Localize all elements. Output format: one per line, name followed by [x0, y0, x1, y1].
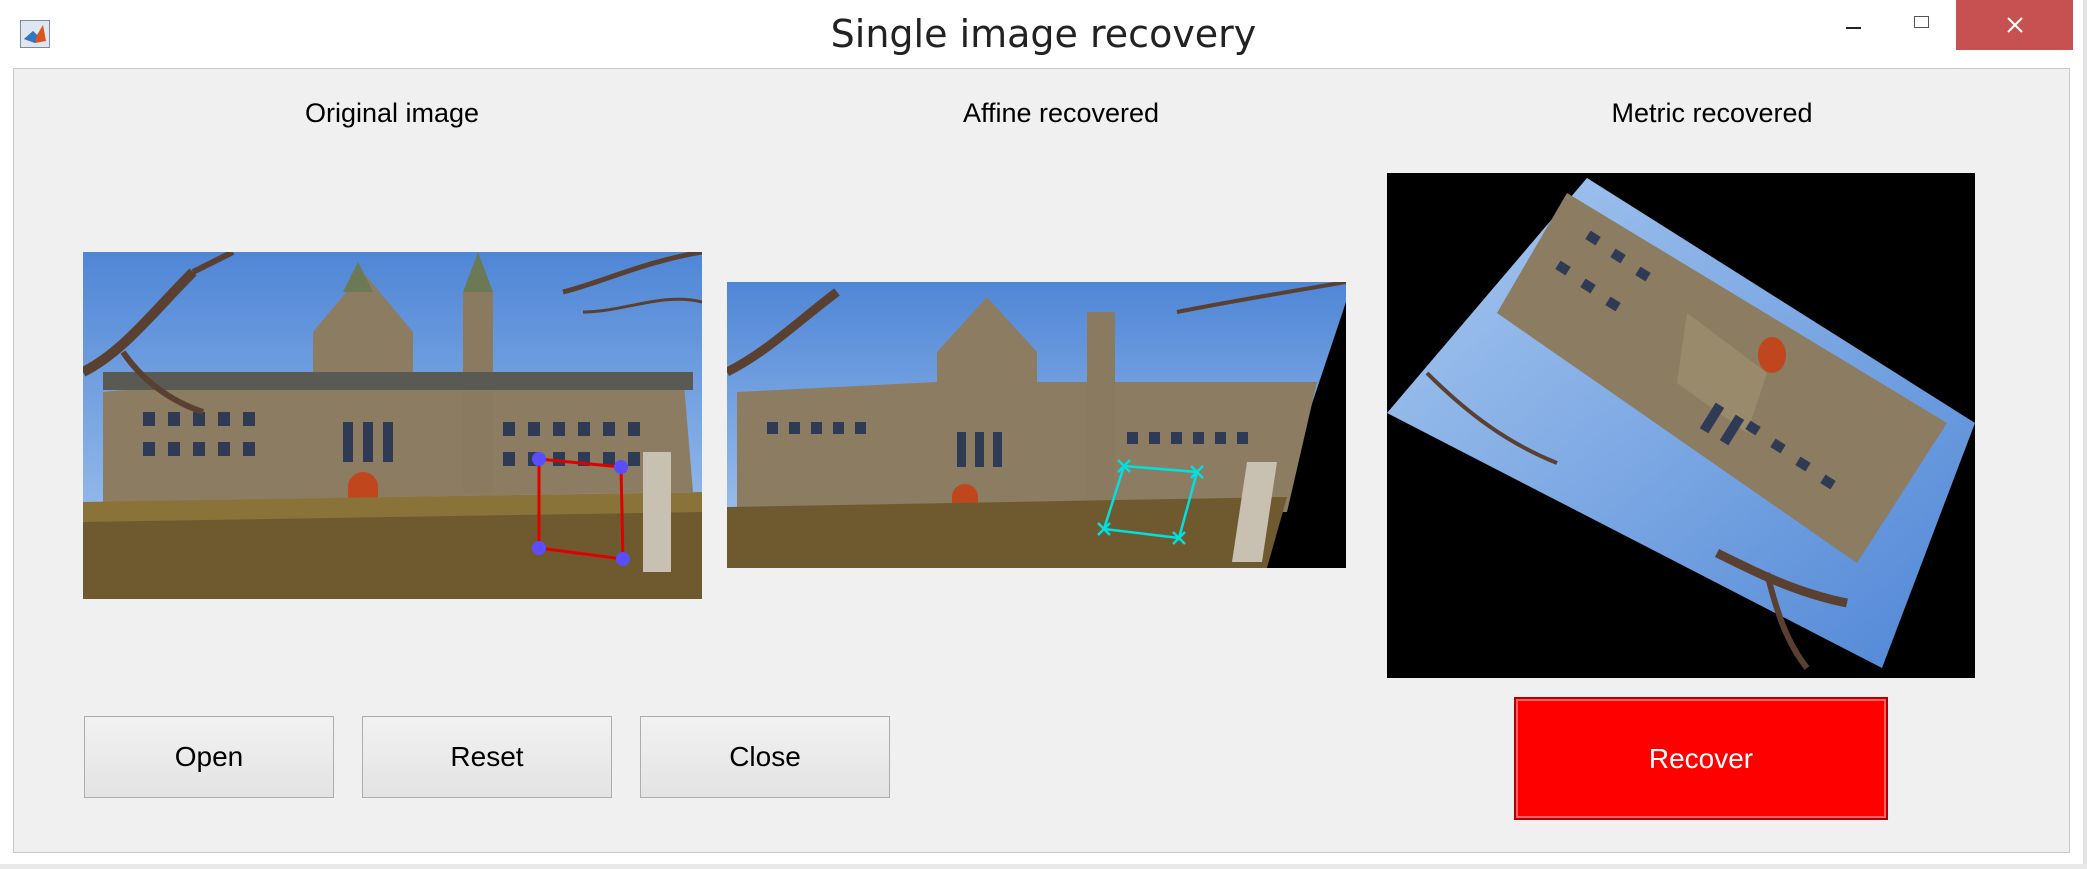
- window-border-bottom: [0, 864, 2087, 869]
- maximize-button[interactable]: [1893, 0, 1949, 50]
- recover-button[interactable]: Recover: [1514, 697, 1888, 820]
- reset-button[interactable]: Reset: [362, 716, 612, 798]
- original-image-label: Original image: [304, 98, 480, 128]
- affine-image-axes[interactable]: [727, 282, 1346, 568]
- metric-image-axes[interactable]: [1387, 173, 1975, 678]
- close-icon: [2006, 17, 2023, 33]
- open-button[interactable]: Open: [84, 716, 334, 798]
- maximize-icon: [1913, 16, 1929, 28]
- window-border: [2083, 0, 2087, 869]
- minimize-button[interactable]: [1825, 0, 1881, 50]
- close-button[interactable]: Close: [640, 716, 890, 798]
- title-bar: Single image recovery: [0, 0, 2087, 68]
- window-title: Single image recovery: [830, 12, 1257, 56]
- original-image-axes[interactable]: [83, 252, 702, 599]
- minimize-icon: [1845, 27, 1861, 29]
- close-window-button[interactable]: [1956, 0, 2073, 50]
- affine-recovered-label: Affine recovered: [962, 98, 1160, 128]
- metric-recovered-label: Metric recovered: [1611, 98, 1813, 128]
